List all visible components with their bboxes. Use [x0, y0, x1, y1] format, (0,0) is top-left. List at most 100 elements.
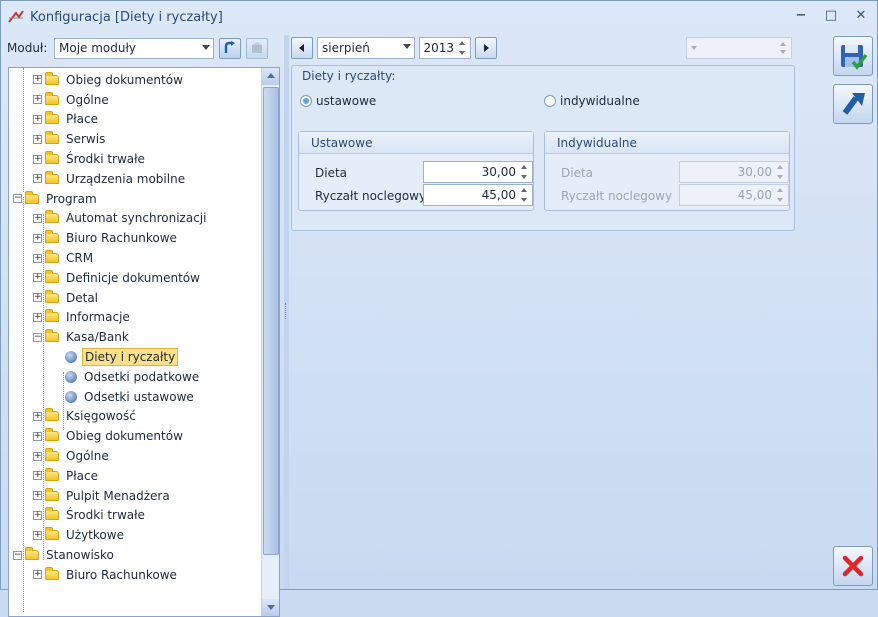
tree-node[interactable]: + Księgowość [9, 407, 259, 427]
scroll-up-button[interactable] [262, 68, 279, 85]
next-month-button[interactable] [475, 37, 497, 59]
spinner-arrows-icon [776, 187, 786, 203]
tree-node[interactable]: + Biuro Rachunkowe [9, 565, 259, 585]
tree-node[interactable]: + Serwis [9, 129, 259, 149]
radio-ustawowe[interactable]: ustawowe [300, 94, 376, 108]
prev-month-button[interactable] [291, 37, 313, 59]
tree-node[interactable]: + Środki trwałe [9, 149, 259, 169]
tree-node-label: Obieg dokumentów [66, 429, 183, 444]
tree-node[interactable]: + Obieg dokumentów [9, 426, 259, 446]
indywidualne-panel: Indywidualne Dieta 30,00 Ryczałt noclego… [544, 131, 790, 211]
tree-node[interactable]: + Informacje [9, 308, 259, 328]
collapse-icon[interactable]: − [33, 332, 42, 342]
ustawowe-panel: Ustawowe Dieta 30,00 Ryczałt noclegowy 4… [298, 131, 534, 211]
expand-icon[interactable]: + [33, 75, 42, 85]
tree-node-label: Biuro Rachunkowe [66, 567, 177, 582]
tree-node-label: Użytkowe [66, 528, 124, 543]
scroll-thumb[interactable] [263, 87, 279, 555]
tree-node[interactable]: + Pulpit Menadżera [9, 486, 259, 506]
expand-icon[interactable]: + [33, 233, 42, 243]
undo-button[interactable] [833, 84, 873, 124]
tree-node-label: Definicje dokumentów [66, 270, 200, 285]
spinner-arrows-icon [520, 164, 530, 180]
folder-icon [45, 309, 59, 323]
tree-node[interactable]: + Obieg dokumentów [9, 70, 259, 90]
refresh-button[interactable] [219, 37, 241, 59]
tree-node[interactable]: + Urządzenia mobilne [9, 169, 259, 189]
dieta-input[interactable]: 30,00 [423, 161, 533, 183]
tree-node[interactable]: + Płace [9, 110, 259, 130]
tree-node[interactable]: − Program [9, 189, 259, 209]
folder-icon [45, 467, 59, 481]
tree-node[interactable]: − Stanowisko [9, 545, 259, 565]
tree-scrollbar[interactable] [261, 68, 279, 616]
expand-icon[interactable]: + [33, 471, 42, 481]
tree-node[interactable]: + Definicje dokumentów [9, 268, 259, 288]
nocleg-ind-label: Ryczałt noclegowy [561, 189, 673, 203]
tree-node[interactable]: + Płace [9, 466, 259, 486]
collapse-icon[interactable]: − [13, 550, 22, 560]
chevron-down-icon [202, 44, 210, 50]
tree-node-label: Diety i ryczałty [82, 348, 179, 367]
expand-icon[interactable]: + [33, 530, 42, 540]
expand-icon[interactable]: + [33, 411, 42, 421]
tree-node-label: Detal [66, 290, 99, 305]
expand-icon[interactable]: + [33, 114, 42, 124]
clear-button[interactable] [246, 37, 268, 59]
radio-ustawowe-label: ustawowe [316, 94, 377, 108]
expand-icon[interactable]: + [33, 95, 42, 105]
minimize-button[interactable]: − [793, 7, 809, 25]
tree-node[interactable]: + Ogólne [9, 446, 259, 466]
folder-icon [45, 230, 59, 244]
tree-node[interactable]: + Środki trwałe [9, 506, 259, 526]
expand-icon[interactable]: + [33, 174, 42, 184]
tree-node[interactable]: + Detal [9, 288, 259, 308]
tree-node[interactable]: + Ogólne [9, 90, 259, 110]
expand-icon[interactable]: + [33, 134, 42, 144]
folder-icon [45, 210, 59, 224]
expand-icon[interactable]: + [33, 312, 42, 322]
settings-page-icon [65, 351, 77, 364]
expand-icon[interactable]: + [33, 293, 42, 303]
tree-node-label: Informacje [66, 310, 130, 325]
folder-icon [45, 131, 59, 145]
tree-node[interactable]: + Użytkowe [9, 525, 259, 545]
tree-node[interactable]: Odsetki podatkowe [9, 367, 259, 387]
month-select[interactable]: sierpień [317, 37, 415, 59]
month-value: sierpień [322, 41, 370, 55]
tree-node[interactable]: Diety i ryczałty [9, 347, 259, 367]
radio-indywidualne[interactable]: indywidualne [544, 94, 640, 108]
nocleg-value: 45,00 [481, 188, 516, 202]
expand-icon[interactable]: + [33, 491, 42, 501]
tree-node-label: Księgowość [66, 409, 136, 424]
cancel-button[interactable] [833, 546, 873, 586]
expand-icon[interactable]: + [33, 154, 42, 164]
chevron-down-icon [403, 44, 411, 49]
radio-dot [544, 95, 556, 107]
expand-icon[interactable]: + [33, 570, 42, 580]
expand-icon[interactable]: + [33, 273, 42, 283]
tree-node-label: Kasa/Bank [66, 330, 129, 345]
module-tree[interactable]: + Obieg dokumentów + Ogólne + Płace + Serwis + Śr… [8, 67, 280, 617]
close-button[interactable]: ✕ [853, 7, 869, 25]
expand-icon[interactable]: + [33, 253, 42, 263]
expand-icon[interactable]: + [33, 451, 42, 461]
year-spinner[interactable]: 2013 [419, 37, 471, 59]
nocleg-input[interactable]: 45,00 [423, 184, 533, 206]
tree-node[interactable]: − Kasa/Bank [9, 327, 259, 347]
folder-icon [45, 507, 59, 521]
tree-node[interactable]: + Automat synchronizacji [9, 209, 259, 229]
collapse-icon[interactable]: − [13, 194, 22, 204]
save-button[interactable] [833, 36, 873, 76]
tree-node[interactable]: + Biuro Rachunkowe [9, 228, 259, 248]
expand-icon[interactable]: + [33, 213, 42, 223]
maximize-button[interactable]: □ [823, 7, 839, 25]
tree-node[interactable]: + CRM [9, 248, 259, 268]
expand-icon[interactable]: + [33, 510, 42, 520]
folder-icon [25, 190, 39, 204]
tree-node[interactable]: Odsetki ustawowe [9, 387, 259, 407]
scroll-down-button[interactable] [262, 599, 279, 616]
dieta-ind-label: Dieta [561, 166, 594, 180]
expand-icon[interactable]: + [33, 431, 42, 441]
modul-select[interactable]: Moje moduły [54, 37, 214, 59]
